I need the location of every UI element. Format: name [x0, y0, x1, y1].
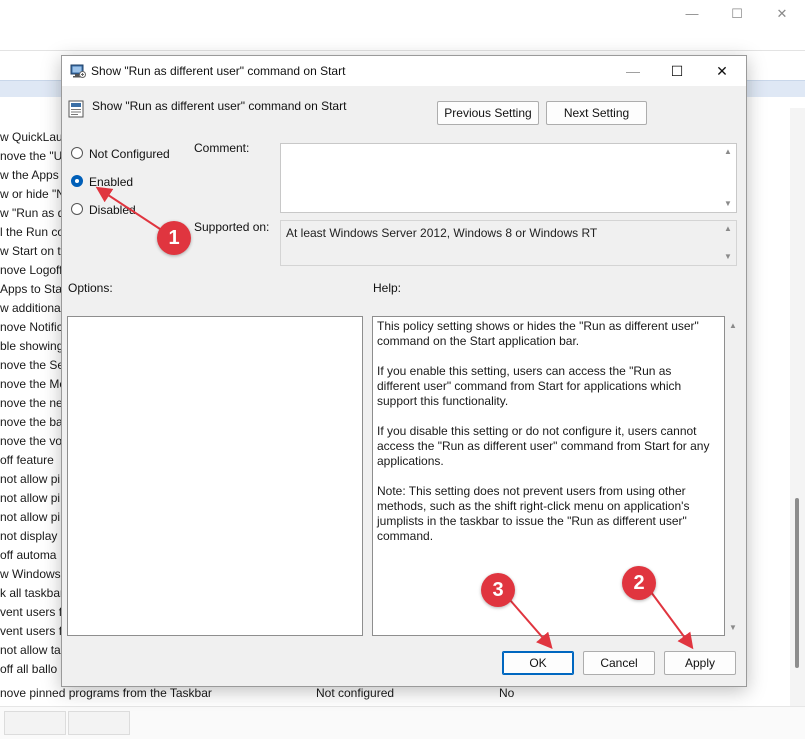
background-policy-item[interactable]: vent users fr: [0, 603, 70, 622]
help-paragraph: If you enable this setting, users can ac…: [377, 364, 682, 408]
background-policy-item[interactable]: w the Apps: [0, 166, 70, 185]
background-policy-list: w QuickLau nove the "Ur w the Apps w or hid…: [0, 128, 70, 679]
scroll-down-icon[interactable]: ▼: [720, 249, 736, 265]
cancel-button[interactable]: Cancel: [583, 651, 655, 675]
supported-on-label: Supported on:: [194, 220, 270, 234]
setting-heading: Show "Run as different user" command on …: [92, 99, 347, 113]
background-minimize-button[interactable]: —: [677, 4, 707, 24]
help-panel: This policy setting shows or hides the "…: [372, 316, 725, 636]
background-policy-item[interactable]: Apps to Star: [0, 280, 70, 299]
background-policy-item[interactable]: w Start on th: [0, 242, 70, 261]
radio-disabled-label: Disabled: [89, 203, 136, 217]
policy-app-icon: [70, 64, 86, 78]
supported-scrollbar[interactable]: ▲ ▼: [720, 221, 736, 265]
background-scrollbar[interactable]: [790, 108, 805, 706]
comment-textarea[interactable]: ▲ ▼: [280, 143, 737, 213]
dialog-maximize-button[interactable]: ☐: [655, 56, 699, 86]
help-paragraph: If you disable this setting or do not co…: [377, 424, 710, 468]
background-policy-item[interactable]: off feature: [0, 451, 70, 470]
radio-not-configured-label: Not Configured: [89, 147, 170, 161]
comment-label: Comment:: [194, 141, 250, 155]
help-paragraph: Note: This setting does not prevent user…: [377, 484, 690, 543]
background-policy-item[interactable]: w "Run as d: [0, 204, 70, 223]
background-policy-item[interactable]: ble showing: [0, 337, 70, 356]
radio-not-configured-circle[interactable]: [71, 147, 83, 159]
background-policy-item[interactable]: nove the bat: [0, 413, 70, 432]
background-policy-item[interactable]: w Windows: [0, 565, 70, 584]
background-policy-item[interactable]: l the Run co: [0, 223, 70, 242]
options-panel: [67, 316, 363, 636]
scroll-up-icon[interactable]: ▲: [720, 144, 736, 160]
dialog-title: Show "Run as different user" command on …: [91, 64, 346, 78]
step-badge-2: 2: [622, 566, 656, 600]
scroll-up-icon[interactable]: ▲: [720, 221, 736, 237]
background-policy-item[interactable]: nove the Me: [0, 375, 70, 394]
apply-button[interactable]: Apply: [664, 651, 736, 675]
ok-button[interactable]: OK: [502, 651, 574, 675]
scroll-down-icon[interactable]: ▼: [720, 196, 736, 212]
supported-on-value: At least Windows Server 2012, Windows 8 …: [286, 226, 598, 240]
background-policy-item[interactable]: not allow pi: [0, 470, 70, 489]
background-policy-item[interactable]: not allow pi: [0, 489, 70, 508]
background-tab-strip: [0, 706, 805, 739]
dialog-titlebar: Show "Run as different user" command on …: [62, 56, 746, 86]
scroll-down-icon[interactable]: ▼: [725, 620, 741, 636]
help-label: Help:: [373, 281, 402, 295]
dialog-close-button[interactable]: ✕: [700, 56, 744, 86]
background-policy-item[interactable]: not allow pi: [0, 508, 70, 527]
step-badge-3: 3: [481, 573, 515, 607]
help-text: This policy setting shows or hides the "…: [377, 319, 712, 559]
background-policy-item[interactable]: nove the Sec: [0, 356, 70, 375]
background-policy-item[interactable]: off automa: [0, 546, 70, 565]
radio-enabled-circle[interactable]: [71, 175, 83, 187]
scroll-up-icon[interactable]: ▲: [725, 318, 741, 334]
radio-disabled-circle[interactable]: [71, 203, 83, 215]
background-policy-item[interactable]: nove Logoff: [0, 261, 70, 280]
background-policy-item[interactable]: nove the net: [0, 394, 70, 413]
background-titlebar: — ☐ ✕: [0, 0, 805, 50]
background-policy-item[interactable]: nove Notific: [0, 318, 70, 337]
background-policy-item[interactable]: not allow tas: [0, 641, 70, 660]
policy-document-icon: [68, 100, 84, 118]
background-policy-item[interactable]: w or hide "N: [0, 185, 70, 204]
options-label: Options:: [68, 281, 113, 295]
background-policy-item[interactable]: w QuickLau: [0, 128, 70, 147]
supported-on-field: At least Windows Server 2012, Windows 8 …: [280, 220, 737, 266]
background-policy-item[interactable]: off all ballo: [0, 660, 70, 679]
background-policy-item[interactable]: nove the vol: [0, 432, 70, 451]
background-policy-item[interactable]: k all taskbar: [0, 584, 70, 603]
background-policy-item[interactable]: vent users fr: [0, 622, 70, 641]
previous-setting-button[interactable]: Previous Setting: [437, 101, 539, 125]
background-close-button[interactable]: ✕: [767, 4, 797, 24]
background-tab-extended[interactable]: [4, 711, 66, 735]
background-policy-item[interactable]: nove the "Ur: [0, 147, 70, 166]
radio-enabled-label: Enabled: [89, 175, 134, 189]
help-paragraph: This policy setting shows or hides the "…: [377, 319, 699, 348]
background-policy-item[interactable]: not display c: [0, 527, 70, 546]
background-scrollbar-thumb[interactable]: [795, 498, 799, 668]
next-setting-button[interactable]: Next Setting: [546, 101, 647, 125]
background-tab-standard[interactable]: [68, 711, 130, 735]
background-maximize-button[interactable]: ☐: [722, 4, 752, 24]
comment-scrollbar[interactable]: ▲ ▼: [720, 144, 736, 212]
step-badge-1: 1: [157, 221, 191, 255]
dialog-minimize-button[interactable]: —: [611, 56, 655, 86]
help-scrollbar[interactable]: ▲ ▼: [725, 316, 741, 636]
background-policy-item[interactable]: w additiona: [0, 299, 70, 318]
